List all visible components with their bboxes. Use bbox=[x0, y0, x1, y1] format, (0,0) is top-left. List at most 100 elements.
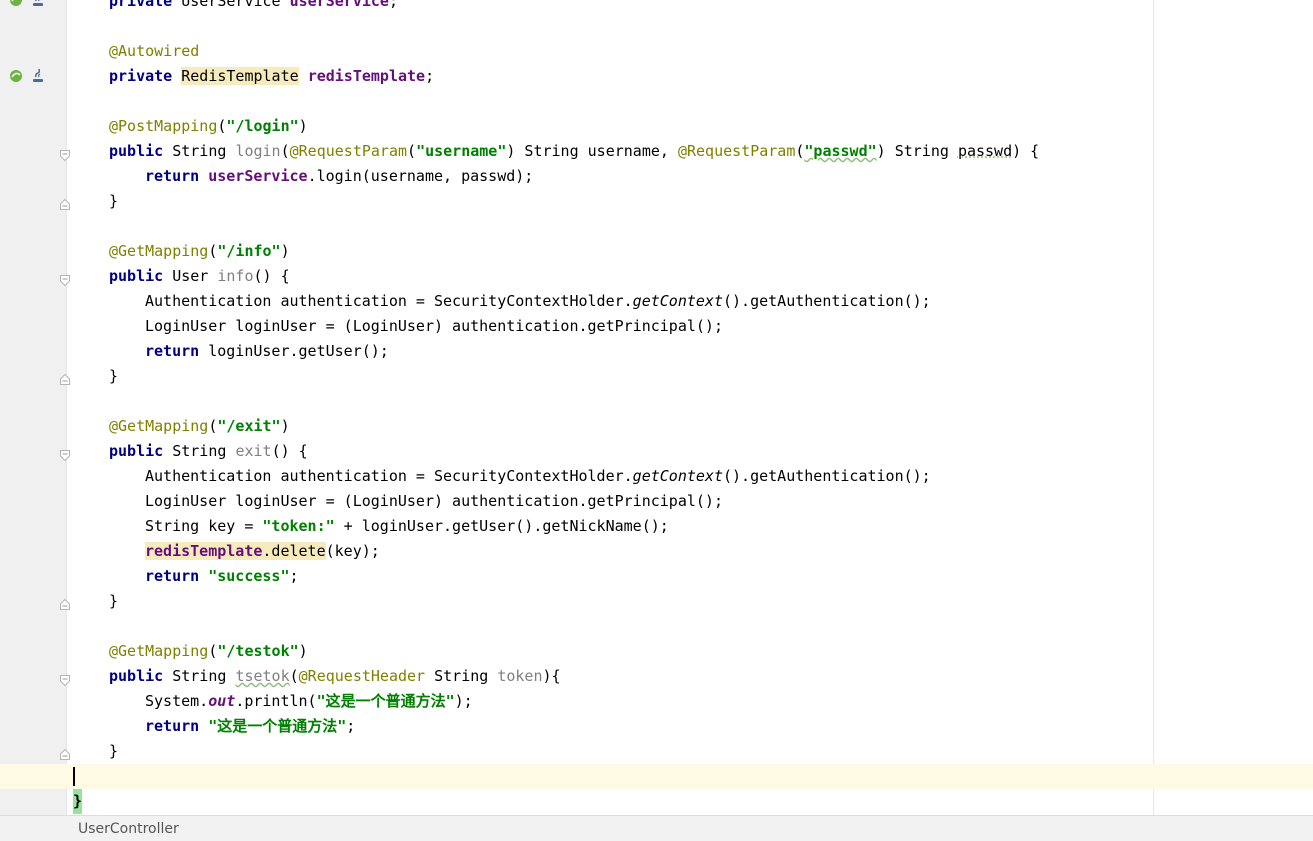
code-token: String bbox=[163, 142, 236, 160]
code-token: ) bbox=[298, 642, 308, 660]
code-token: } bbox=[109, 367, 119, 385]
code-token: return bbox=[145, 167, 200, 185]
code-token: .println( bbox=[235, 692, 317, 710]
code-token: token bbox=[497, 667, 543, 685]
code-token: System. bbox=[145, 692, 209, 710]
code-token: userService bbox=[208, 167, 308, 185]
code-token: ) String username, bbox=[506, 142, 678, 160]
code-line[interactable]: public String exit() { bbox=[109, 439, 308, 464]
code-token: String bbox=[163, 667, 236, 685]
code-line[interactable]: LoginUser loginUser = (LoginUser) authen… bbox=[145, 314, 723, 339]
code-token: @RequestParam bbox=[289, 142, 408, 160]
code-line[interactable]: Authentication authentication = Security… bbox=[145, 464, 931, 489]
code-token: RedisTemplate bbox=[181, 67, 299, 85]
code-token: @GetMapping bbox=[109, 642, 209, 660]
code-token: ().getAuthentication(); bbox=[722, 467, 931, 485]
code-token: ( bbox=[407, 142, 417, 160]
code-token: @GetMapping bbox=[109, 242, 209, 260]
code-token: LoginUser loginUser = (LoginUser) authen… bbox=[145, 317, 723, 335]
code-token: "passwd" bbox=[804, 142, 877, 160]
code-line[interactable]: return "success"; bbox=[145, 564, 299, 589]
code-token: ; bbox=[289, 567, 299, 585]
code-token: Authentication authentication = Security… bbox=[145, 467, 633, 485]
code-token: userService bbox=[289, 0, 389, 10]
code-token: .login(username, passwd); bbox=[307, 167, 534, 185]
code-token: return bbox=[145, 342, 200, 360]
code-line[interactable]: LoginUser loginUser = (LoginUser) authen… bbox=[145, 489, 723, 514]
code-token: User bbox=[163, 267, 218, 285]
code-line[interactable]: return loginUser.getUser(); bbox=[145, 339, 389, 364]
code-editor[interactable]: private UserService userService; @Autowir… bbox=[0, 0, 1313, 815]
code-line[interactable]: @GetMapping("/info") bbox=[109, 239, 290, 264]
code-line[interactable]: } bbox=[109, 589, 118, 614]
code-line[interactable]: Authentication authentication = Security… bbox=[145, 289, 931, 314]
code-token: } bbox=[109, 592, 119, 610]
code-token: private bbox=[109, 0, 173, 10]
code-token: exit bbox=[235, 442, 272, 460]
code-token: UserService bbox=[172, 0, 290, 10]
code-token: "/testok" bbox=[217, 642, 299, 660]
code-line[interactable]: return userService.login(username, passw… bbox=[145, 164, 533, 189]
code-token: String key = bbox=[145, 517, 263, 535]
code-token: public bbox=[109, 267, 164, 285]
code-line[interactable]: public User info() { bbox=[109, 264, 290, 289]
code-token: getContext bbox=[632, 467, 723, 485]
code-token: ( bbox=[289, 667, 299, 685]
code-token: ; bbox=[346, 717, 356, 735]
code-line[interactable]: } bbox=[109, 189, 118, 214]
code-token: @PostMapping bbox=[109, 117, 218, 135]
code-token: ().getAuthentication(); bbox=[722, 292, 931, 310]
code-token: Authentication authentication = Security… bbox=[145, 292, 633, 310]
code-line[interactable]: redisTemplate.delete(key); bbox=[145, 539, 380, 564]
code-token: ) bbox=[298, 117, 308, 135]
code-line[interactable]: } bbox=[109, 364, 118, 389]
code-token: LoginUser loginUser = (LoginUser) authen… bbox=[145, 492, 723, 510]
code-line[interactable]: private UserService userService; bbox=[109, 0, 398, 14]
code-token: tsetok bbox=[235, 667, 290, 685]
code-line[interactable]: public String tsetok(@RequestHeader Stri… bbox=[109, 664, 561, 689]
code-line[interactable]: private RedisTemplate redisTemplate; bbox=[109, 64, 434, 89]
code-line[interactable]: } bbox=[109, 739, 118, 764]
code-token: public bbox=[109, 442, 164, 460]
code-token: ; bbox=[425, 67, 435, 85]
code-token: out bbox=[208, 692, 236, 710]
code-token: ) String bbox=[876, 142, 958, 160]
code-line[interactable]: @Autowired bbox=[109, 39, 199, 64]
code-line[interactable]: @GetMapping("/testok") bbox=[109, 639, 308, 664]
code-token: public bbox=[109, 142, 164, 160]
code-line[interactable]: return "这是一个普通方法"; bbox=[145, 714, 355, 739]
code-token: ) { bbox=[1012, 142, 1040, 160]
code-token: .delete bbox=[262, 542, 326, 560]
code-token: ( bbox=[280, 142, 290, 160]
code-line[interactable]: System.out.println("这是一个普通方法"); bbox=[145, 689, 473, 714]
matched-closing-brace[interactable]: } bbox=[73, 789, 82, 814]
code-token: "/login" bbox=[226, 117, 299, 135]
code-token: () { bbox=[271, 442, 308, 460]
code-token: redisTemplate bbox=[307, 67, 426, 85]
code-line[interactable]: @GetMapping("/exit") bbox=[109, 414, 290, 439]
code-token: loginUser.getUser(); bbox=[199, 342, 389, 360]
code-token: "/info" bbox=[217, 242, 281, 260]
code-line[interactable]: String key = "token:" + loginUser.getUse… bbox=[145, 514, 669, 539]
code-token: String bbox=[425, 667, 498, 685]
text-caret bbox=[73, 767, 75, 786]
code-token: ) bbox=[280, 417, 290, 435]
code-line[interactable]: public String login(@RequestParam("usern… bbox=[109, 139, 1039, 164]
breadcrumb-class-name[interactable]: UserController bbox=[78, 821, 179, 837]
code-token: ){ bbox=[542, 667, 561, 685]
code-line[interactable]: @PostMapping("/login") bbox=[109, 114, 308, 139]
code-token: public bbox=[109, 667, 164, 685]
code-token: ) bbox=[280, 242, 290, 260]
code-token: @Autowired bbox=[109, 42, 200, 60]
code-token: } bbox=[109, 742, 119, 760]
code-token: @RequestParam bbox=[677, 142, 796, 160]
code-token: login bbox=[235, 142, 281, 160]
editor-breadcrumb-bar: UserController bbox=[0, 815, 1313, 841]
code-token: private bbox=[109, 67, 173, 85]
code-token: return bbox=[145, 717, 200, 735]
code-token: "token:" bbox=[262, 517, 335, 535]
